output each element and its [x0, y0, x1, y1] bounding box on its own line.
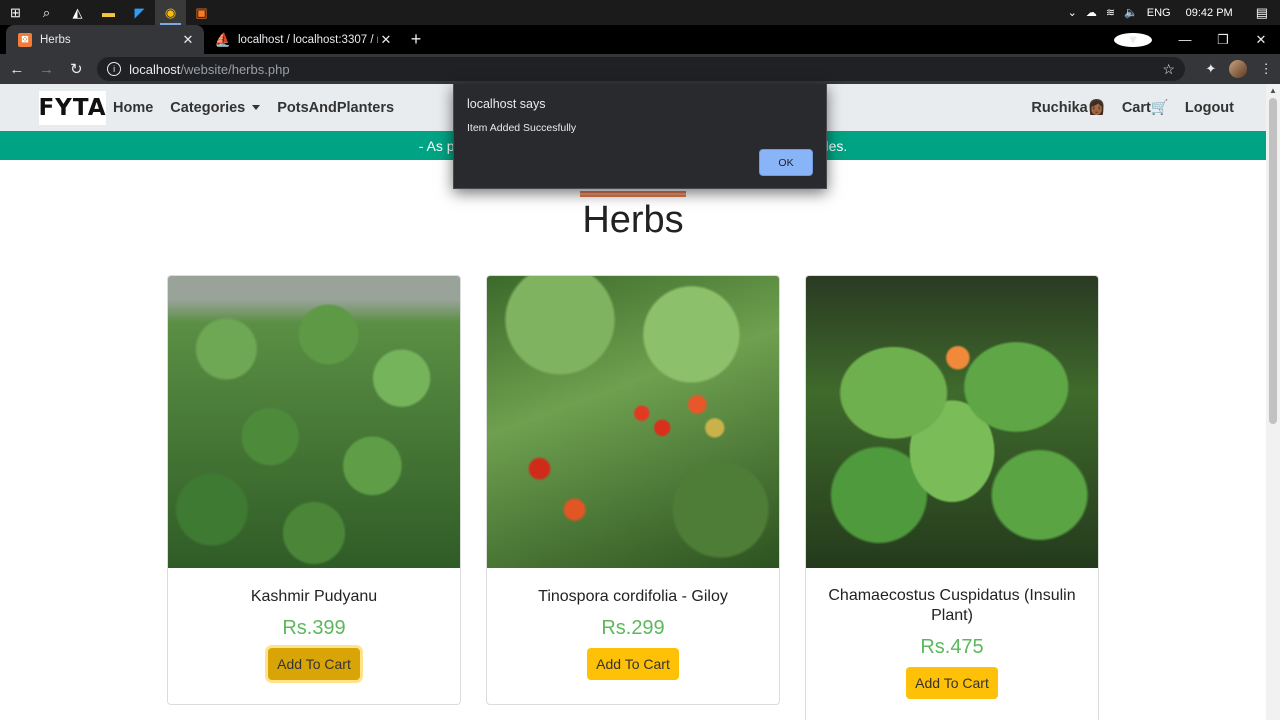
phpmyadmin-favicon-icon: ⛵	[214, 31, 232, 47]
menu-icon[interactable]: ⋮	[1252, 61, 1280, 77]
product-price: Rs.475	[920, 636, 984, 658]
product-image[interactable]	[487, 276, 779, 568]
xampp-favicon-icon: ⊠	[18, 32, 32, 47]
nav-home[interactable]: Home	[113, 100, 153, 116]
url-path: /website/herbs.php	[180, 61, 290, 77]
product-name: Tinospora cordifolia - Giloy	[538, 588, 728, 605]
close-window-icon[interactable]: ✕	[1242, 32, 1280, 48]
nav-logout[interactable]: Logout	[1185, 100, 1234, 116]
page-scrollbar[interactable]: ▲	[1266, 84, 1280, 720]
volume-icon[interactable]: 🔈	[1124, 6, 1138, 19]
nav-categories[interactable]: Categories	[170, 99, 261, 116]
back-icon[interactable]: ←	[4, 56, 30, 82]
heading-underline	[580, 191, 686, 197]
wifi-icon[interactable]: ≋	[1106, 6, 1115, 19]
nav-user[interactable]: Ruchika👩🏾	[1031, 99, 1105, 116]
alert-dialog: localhost says Item Added Succesfully OK	[453, 84, 827, 189]
clock[interactable]: 09:42 PM	[1186, 7, 1233, 19]
chrome-profile-icon[interactable]: ▼	[1114, 32, 1152, 47]
product-image[interactable]	[168, 276, 460, 568]
tab-title: localhost / localhost:3307 / nurse	[238, 33, 378, 46]
file-explorer-icon[interactable]: ▬	[93, 0, 124, 25]
bookmark-star-icon[interactable]: ☆	[1162, 61, 1175, 78]
onedrive-icon[interactable]: ☁	[1086, 6, 1097, 19]
product-card: Tinospora cordifolia - Giloy Rs.299 Add …	[486, 275, 780, 705]
xampp-icon[interactable]: ▣	[186, 0, 217, 25]
vscode-icon[interactable]: ◤	[124, 0, 155, 25]
alert-title: localhost says	[467, 97, 546, 111]
browser-toolbar: ← → ↻ i localhost/website/herbs.php ☆ ✦ …	[0, 54, 1280, 84]
window-controls: ▼ — ❐ ✕	[1114, 25, 1280, 54]
close-icon[interactable]: ✕	[180, 32, 196, 48]
cortana-icon[interactable]: ◭	[62, 0, 93, 25]
scrollbar-thumb[interactable]	[1269, 98, 1277, 424]
search-icon[interactable]: ⌕	[31, 0, 62, 25]
chrome-icon[interactable]: ◉	[155, 0, 186, 25]
tab-herbs[interactable]: ⊠ Herbs ✕	[6, 25, 204, 54]
product-name: Kashmir Pudyanu	[250, 588, 378, 605]
extensions-icon[interactable]: ✦	[1197, 61, 1225, 77]
caret-down-icon	[252, 105, 261, 110]
reload-icon[interactable]: ↻	[63, 56, 89, 82]
product-name: Chamaecostus Cuspidatus (Insulin Plant)	[828, 587, 1076, 624]
nav-cart[interactable]: Cart🛒	[1122, 99, 1169, 116]
close-icon[interactable]: ✕	[378, 32, 394, 48]
windows-start-icon[interactable]: ⊞	[0, 0, 31, 25]
site-info-icon[interactable]: i	[107, 62, 122, 76]
profile-avatar[interactable]	[1225, 60, 1253, 78]
minimize-icon[interactable]: —	[1166, 32, 1204, 47]
notifications-icon[interactable]: ▤	[1256, 5, 1268, 21]
product-card: Chamaecostus Cuspidatus (Insulin Plant) …	[805, 275, 1099, 720]
ok-button[interactable]: OK	[759, 149, 813, 176]
page-title: Herbs	[582, 199, 684, 241]
add-to-cart-button[interactable]: Add To Cart	[268, 648, 360, 680]
nav-categories-label: Categories	[170, 99, 246, 116]
tab-title: Herbs	[40, 33, 71, 46]
ime-indicator[interactable]: ENG	[1147, 7, 1171, 19]
new-tab-button[interactable]: +	[402, 25, 430, 54]
tab-phpmyadmin[interactable]: ⛵ localhost / localhost:3307 / nurse ✕	[204, 25, 402, 54]
forward-icon[interactable]: →	[34, 56, 60, 82]
tab-strip: ⊠ Herbs ✕ ⛵ localhost / localhost:3307 /…	[0, 25, 1280, 54]
product-image[interactable]	[806, 276, 1098, 568]
site-logo[interactable]: FYTA	[38, 90, 106, 125]
url-host: localhost	[129, 61, 181, 77]
alert-message: Item Added Succesfully	[467, 122, 577, 134]
product-price: Rs.399	[282, 617, 346, 639]
product-card: Kashmir Pudyanu Rs.399 Add To Cart	[167, 275, 461, 705]
windows-taskbar: ⊞ ⌕ ◭ ▬ ◤ ◉ ▣ ⌄ ☁ ≋ 🔈 ENG 09:42 PM ▤	[0, 0, 1280, 25]
address-bar[interactable]: i localhost/website/herbs.php ☆	[97, 57, 1185, 81]
chevron-up-icon[interactable]: ⌄	[1068, 6, 1077, 19]
heading-block: Herbs	[0, 191, 1266, 242]
product-price: Rs.299	[601, 617, 665, 639]
restore-icon[interactable]: ❐	[1204, 32, 1242, 48]
add-to-cart-button[interactable]: Add To Cart	[587, 648, 679, 680]
scroll-up-icon[interactable]: ▲	[1266, 84, 1280, 98]
nav-pots-and-planters[interactable]: PotsAndPlanters	[277, 100, 394, 116]
add-to-cart-button[interactable]: Add To Cart	[906, 667, 998, 699]
